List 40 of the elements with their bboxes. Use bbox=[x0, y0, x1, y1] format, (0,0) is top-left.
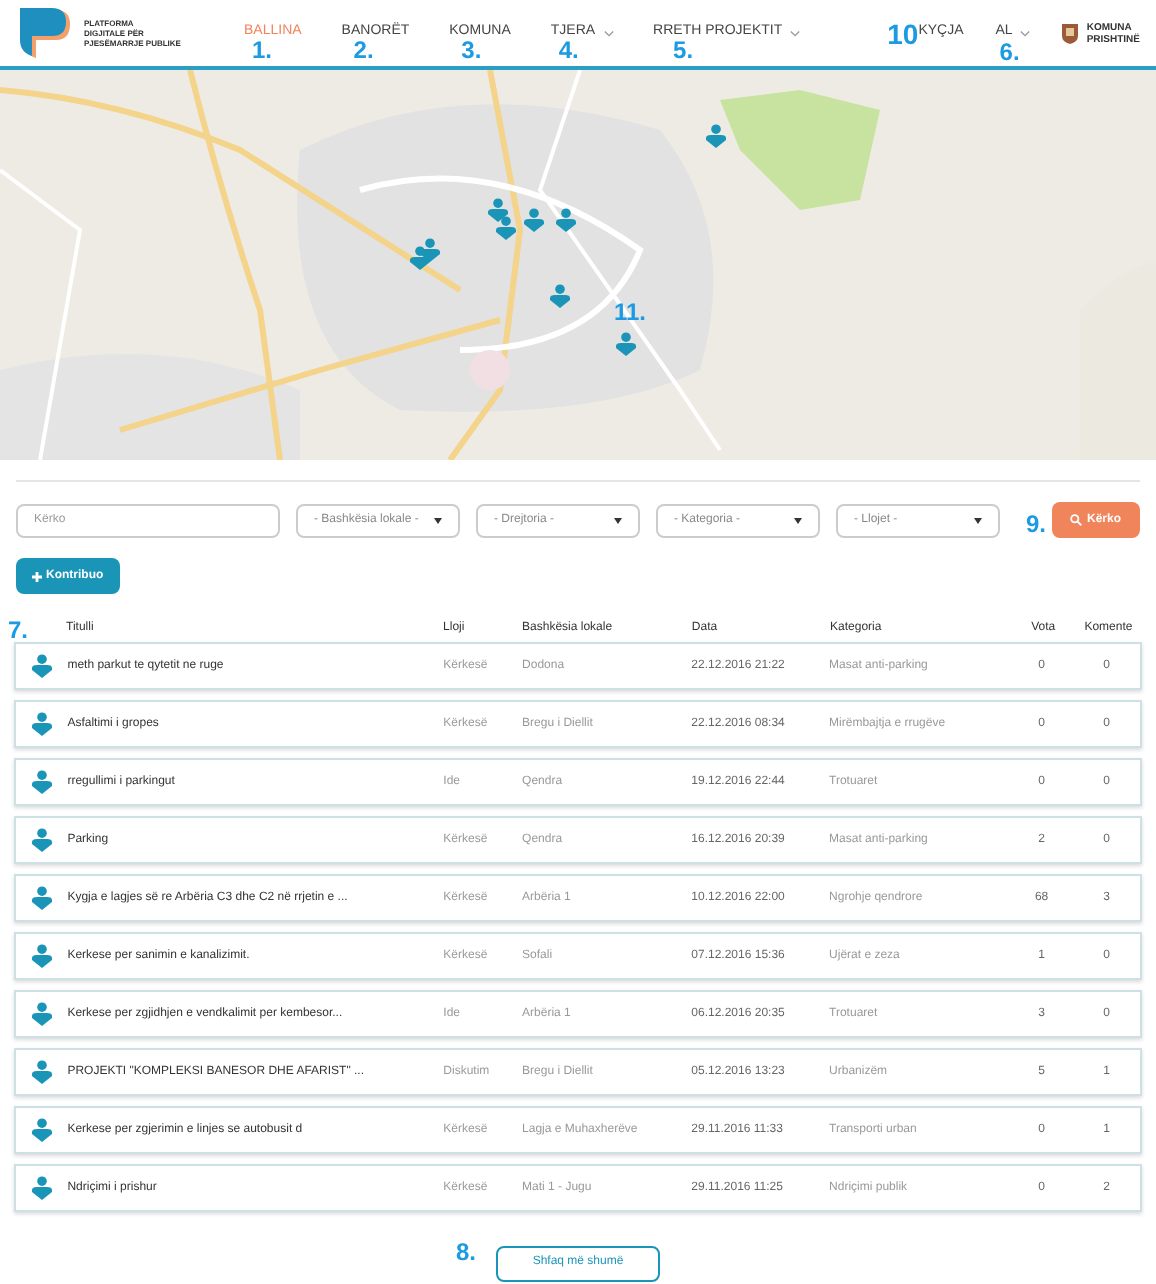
crest-icon bbox=[1062, 23, 1079, 43]
dropdown-arrow-icon bbox=[794, 517, 802, 523]
map-pin-icon[interactable] bbox=[616, 332, 636, 356]
annotation-number: 1. bbox=[252, 38, 273, 63]
person-icon bbox=[32, 944, 52, 968]
dropdown-arrow-icon bbox=[434, 517, 442, 523]
dropdown-arrow-icon bbox=[974, 517, 982, 523]
map-pin-icon[interactable] bbox=[420, 238, 440, 262]
annotation-number: 3. bbox=[461, 38, 482, 63]
map-pin-icon[interactable] bbox=[556, 208, 576, 232]
search-icon bbox=[1070, 514, 1083, 526]
map-pin-icon[interactable] bbox=[488, 198, 508, 222]
person-icon bbox=[32, 886, 52, 910]
person-icon bbox=[32, 654, 52, 678]
plus-icon bbox=[32, 571, 42, 581]
person-icon bbox=[32, 712, 52, 736]
annotation-number: 11. bbox=[614, 300, 647, 324]
person-icon bbox=[32, 1176, 52, 1200]
person-icon bbox=[32, 770, 52, 794]
caret-icon bbox=[790, 29, 801, 37]
person-icon bbox=[32, 1118, 52, 1142]
annotation-number: 5. bbox=[673, 38, 694, 63]
caret-icon bbox=[603, 29, 614, 37]
annotation-number: 9. bbox=[1026, 512, 1047, 536]
annotation-number: 10 bbox=[887, 19, 919, 47]
map-pin-icon[interactable] bbox=[550, 284, 570, 308]
map-pin-icon[interactable] bbox=[706, 124, 726, 148]
map-pin-icon[interactable] bbox=[524, 208, 544, 232]
caret-icon bbox=[1020, 29, 1031, 37]
person-icon bbox=[32, 1002, 52, 1026]
person-icon bbox=[32, 828, 52, 852]
dropdown-arrow-icon bbox=[614, 517, 622, 523]
annotation-number: 7. bbox=[8, 618, 29, 642]
annotation-number: 2. bbox=[353, 38, 374, 63]
logo-icon bbox=[16, 5, 76, 61]
annotation-number: 4. bbox=[558, 38, 579, 63]
map-pin-icon[interactable] bbox=[496, 216, 516, 240]
annotation-number: 8. bbox=[456, 1240, 477, 1264]
person-icon bbox=[32, 1060, 52, 1084]
annotation-number: 6. bbox=[999, 40, 1020, 65]
